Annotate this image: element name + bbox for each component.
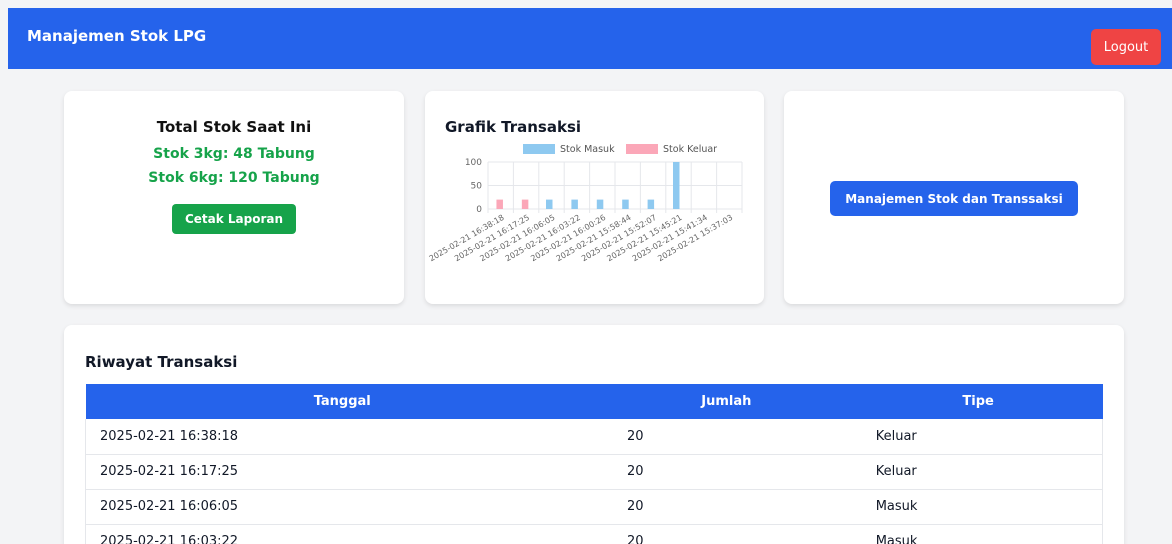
cell-tanggal: 2025-02-21 16:06:05	[84, 489, 599, 525]
transaction-chart: 0501002025-02-21 16:38:182025-02-21 16:1…	[428, 144, 743, 263]
cell-jumlah: 20	[598, 454, 854, 490]
table-row: 2025-02-21 16:06:05 20 Masuk	[84, 489, 1103, 525]
chart-legend-label: Stok Keluar	[663, 144, 717, 155]
chart-y-tick-label: 0	[476, 205, 482, 215]
history-title: Riwayat Transaksi	[85, 353, 238, 371]
stock-3kg-text: Stok 3kg: 48 Tabung	[153, 146, 315, 162]
chart-legend-swatch	[523, 144, 555, 154]
manage-stock-button[interactable]: Manajemen Stok dan Transsaksi	[830, 181, 1078, 216]
cell-jumlah: 20	[598, 419, 854, 455]
history-table: Tanggal Jumlah Tipe 2025-02-21 16:38:18 …	[84, 384, 1103, 544]
cell-jumlah: 20	[598, 524, 854, 544]
chart-bar	[496, 199, 503, 209]
cell-tanggal: 2025-02-21 16:38:18	[84, 419, 599, 455]
chart-bar	[546, 199, 553, 209]
cell-tipe: Keluar	[853, 419, 1103, 455]
chart-y-tick-label: 100	[465, 158, 482, 168]
chart-bar	[571, 199, 578, 209]
cell-tipe: Keluar	[853, 454, 1103, 490]
print-report-button[interactable]: Cetak Laporan	[171, 204, 297, 234]
table-row: 2025-02-21 16:38:18 20 Keluar	[84, 419, 1103, 455]
top-strip	[0, 0, 1172, 8]
logout-button[interactable]: Logout	[1091, 29, 1161, 65]
history-card: Riwayat Transaksi Tanggal Jumlah Tipe 20…	[64, 325, 1124, 544]
column-header-tanggal[interactable]: Tanggal	[85, 384, 599, 419]
app-title: Manajemen Stok LPG	[27, 27, 207, 45]
chart-legend-swatch	[626, 144, 658, 154]
stock-summary-title: Total Stok Saat Ini	[156, 118, 312, 136]
chart-bar	[647, 199, 655, 209]
chart-bar	[622, 199, 629, 209]
cell-tipe: Masuk	[853, 524, 1103, 544]
column-header-tipe[interactable]: Tipe	[853, 384, 1103, 419]
navbar: Manajemen Stok LPG Logout	[8, 8, 1172, 69]
chart-bar	[521, 199, 529, 209]
transaction-chart-card: Grafik Transaksi 0 50 100 2025-02-21 16:38:…	[425, 91, 764, 304]
cell-tanggal: 2025-02-21 16:03:22	[84, 524, 599, 544]
manage-card: Manajemen Stok dan Transsaksi	[784, 91, 1124, 304]
stock-summary-card: Total Stok Saat Ini Stok 3kg: 48 Tabung …	[64, 91, 404, 304]
chart-legend-label: Stok Masuk	[560, 144, 615, 155]
chart-bar	[673, 162, 680, 209]
cell-tipe: Masuk	[853, 489, 1103, 525]
stock-6kg-text: Stok 6kg: 120 Tabung	[148, 170, 320, 186]
cell-tanggal: 2025-02-21 16:17:25	[84, 454, 599, 490]
chart-y-tick-label: 50	[471, 182, 483, 192]
table-row: 2025-02-21 16:17:25 20 Keluar	[84, 454, 1103, 490]
chart-bar	[596, 199, 604, 209]
cell-jumlah: 20	[598, 489, 854, 525]
column-header-jumlah[interactable]: Jumlah	[598, 384, 854, 419]
table-row: 2025-02-21 16:03:22 20 Masuk	[84, 524, 1103, 544]
